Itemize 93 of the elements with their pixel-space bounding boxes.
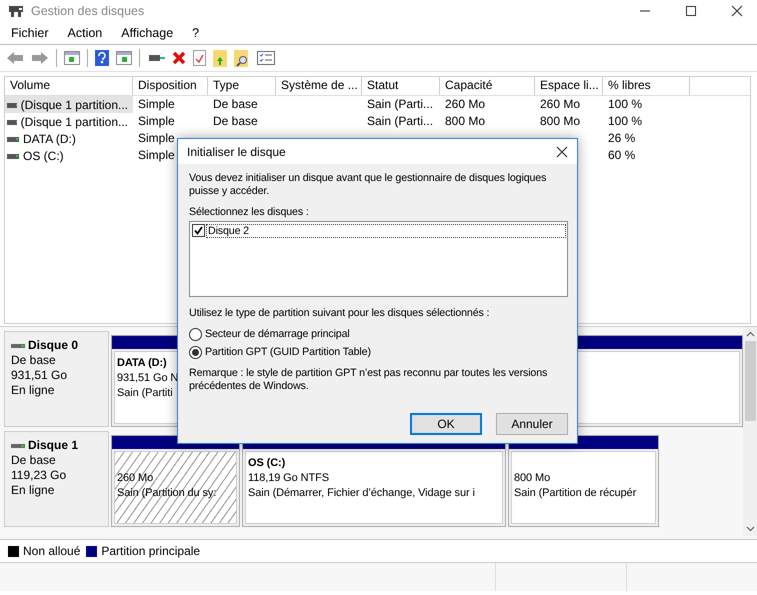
disk-status: En ligne <box>11 483 56 498</box>
back-arrow-icon[interactable] <box>6 51 24 65</box>
drive-icon <box>7 118 17 124</box>
drive-icon <box>11 342 25 348</box>
scroll-thumb[interactable] <box>744 341 756 421</box>
menu-item[interactable]: ? <box>192 26 200 40</box>
close-icon[interactable] <box>556 146 568 158</box>
partition-status: Sain (Partition du sy: <box>117 486 216 501</box>
table-cell[interactable]: OS (C:) <box>5 147 133 164</box>
table-cell-text: De base <box>212 96 259 113</box>
scroll-up-icon[interactable] <box>746 331 754 337</box>
column-header[interactable]: Disposition <box>133 77 208 95</box>
table-cell[interactable]: (Disque 1 partition... <box>5 113 133 130</box>
menu-item[interactable]: Affichage <box>121 26 174 40</box>
menu-item[interactable]: Fichier <box>11 26 49 40</box>
note-text: Remarque : le style de partition GPT n’est pas reconnu par toutes les versions précédentes de Windows. <box>189 367 548 393</box>
column-header[interactable]: Volume <box>5 77 133 95</box>
menu-item[interactable]: Action <box>68 26 102 40</box>
table-cell-text: 260 Mo <box>539 96 582 113</box>
close-icon[interactable] <box>731 5 743 17</box>
table-cell-text: 260 Mo <box>444 96 486 113</box>
disk-status: En ligne <box>11 383 56 398</box>
table-cell-text: Sain (Parti... <box>366 113 434 130</box>
disk-size: 931,51 Go <box>11 368 68 383</box>
partition-size: 260 Mo <box>117 471 154 486</box>
partition-block[interactable]: 260 Mo Sain (Partition du sy: <box>111 435 240 527</box>
column-header[interactable]: % libres <box>603 77 690 95</box>
checkbox[interactable] <box>192 224 205 237</box>
table-cell-text: 60 % <box>607 147 636 164</box>
partition-status: Sain (Partition de récupér <box>514 486 636 501</box>
radio-label[interactable]: Partition GPT (GUID Partition Table) <box>205 346 371 358</box>
drive-icon <box>7 152 19 158</box>
column-header[interactable]: Système de ... <box>276 77 362 95</box>
disk-type: De base <box>11 453 57 468</box>
help-icon[interactable] <box>95 50 109 66</box>
folder-up-icon[interactable] <box>213 49 227 67</box>
column-header[interactable]: Espace li... <box>535 77 603 95</box>
dialog-title: Initialiser le disque <box>187 144 286 158</box>
disk-label-panel[interactable]: Disque 0 De base 931,51 Go En ligne <box>4 331 109 427</box>
radio-button[interactable] <box>189 328 202 340</box>
legend-label: Partition principale <box>101 544 200 558</box>
table-cell-text: 100 % <box>607 96 644 113</box>
list-item[interactable]: Disque 2 <box>207 224 565 236</box>
disk-type: De base <box>11 353 57 368</box>
table-cell[interactable]: DATA (D:) <box>5 130 133 147</box>
list-label: Sélectionnez les disques : <box>189 206 310 218</box>
search-icon[interactable] <box>234 49 250 67</box>
forward-arrow-icon[interactable] <box>31 51 49 65</box>
table-cell-text: 800 Mo <box>444 113 486 130</box>
disk-label-panel[interactable]: Disque 1 De base 119,23 Go En ligne <box>4 431 109 527</box>
dialog-message: Vous devez initialiser un disque avant que le gestionnaire de disques logiques puisse y accéder. <box>189 172 548 198</box>
partition-name: OS (C:) <box>248 456 286 471</box>
partition-size: 118,19 Go NTFS <box>248 471 329 486</box>
table-cell-text: 800 Mo <box>539 113 582 130</box>
drive-icon <box>11 442 25 448</box>
disk-name: Disque 0 <box>28 338 78 353</box>
checklist-icon[interactable] <box>257 51 275 65</box>
drive-icon <box>7 102 17 108</box>
connect-icon[interactable] <box>147 52 165 64</box>
table-cell-text: Sain (Parti... <box>366 96 434 113</box>
table-cell-text: De base <box>212 113 259 130</box>
ok-button[interactable]: OK <box>410 413 482 435</box>
partition-size: 800 Mo <box>514 471 550 486</box>
partition-block[interactable]: 800 Mo Sain (Partition de récupér <box>508 435 659 527</box>
partition-style-label: Utilisez le type de partition suivant pour les disques sélectionnés : <box>189 307 490 319</box>
panel-icon[interactable] <box>116 51 132 65</box>
maximize-icon[interactable] <box>685 5 697 17</box>
disk-name: Disque 1 <box>28 438 78 453</box>
window-title: Gestion des disques <box>31 4 144 18</box>
table-cell-text: 26 % <box>607 130 636 147</box>
panel-icon[interactable] <box>64 51 80 65</box>
partition-name: DATA (D:) <box>117 356 167 371</box>
column-header[interactable]: Type <box>208 77 276 95</box>
partition-status: Sain (Démarrer, Fichier d’échange, Vidage sur i <box>248 486 475 501</box>
scrollbar[interactable] <box>743 327 757 536</box>
disk-size: 119,23 Go <box>11 468 68 483</box>
drive-icon <box>7 136 19 142</box>
cancel-button[interactable]: Annuler <box>496 413 568 435</box>
table-cell-text: Simple <box>137 130 176 147</box>
table-cell-text: Simple <box>137 96 176 113</box>
delete-icon[interactable] <box>172 51 186 65</box>
legend-label: Non alloué <box>23 544 80 558</box>
table-cell-text: Simple <box>137 113 176 130</box>
app-icon <box>8 4 24 18</box>
properties-icon[interactable] <box>193 50 206 66</box>
scroll-down-icon[interactable] <box>746 526 754 532</box>
radio-label[interactable]: Secteur de démarrage principal <box>205 328 350 340</box>
column-header[interactable]: Capacité <box>440 77 535 95</box>
column-header[interactable]: Statut <box>362 77 440 95</box>
table-cell[interactable]: (Disque 1 partition... <box>5 96 133 113</box>
table-cell-text: 100 % <box>607 113 644 130</box>
radio-button[interactable] <box>189 346 202 358</box>
partition-status: Sain (Partiti <box>117 386 173 401</box>
